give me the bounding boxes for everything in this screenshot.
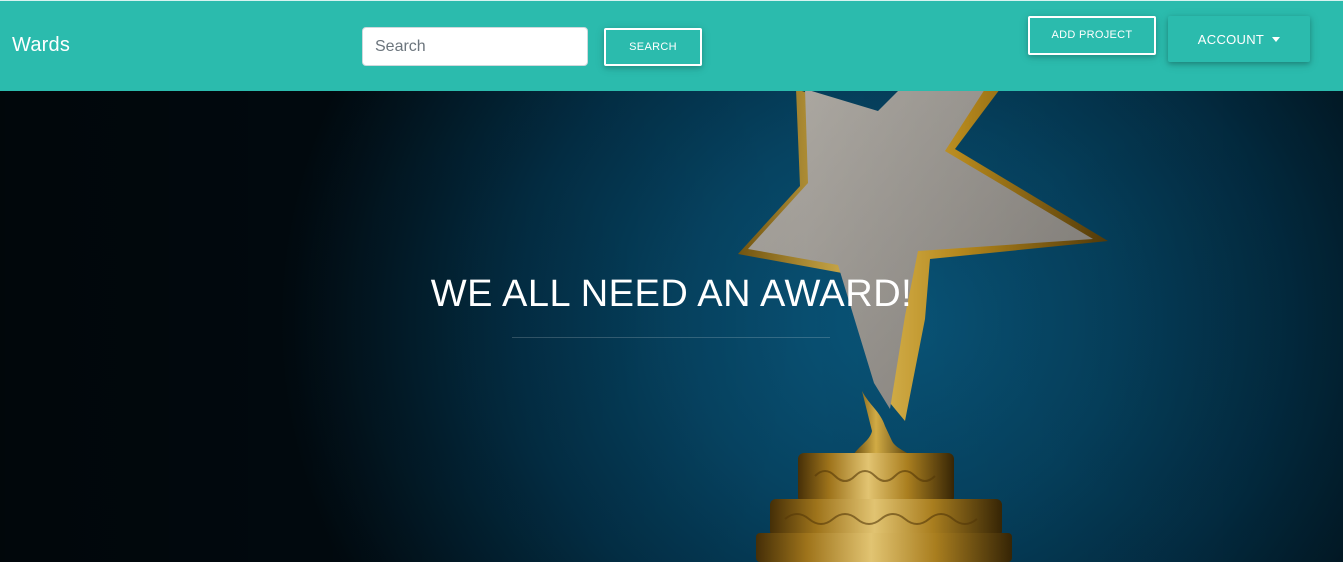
account-button-label: ACCOUNT (1197, 31, 1265, 47)
add-project-button[interactable]: ADD PROJECT (1028, 16, 1156, 55)
hero-dark-overlay (0, 91, 1343, 562)
caret-down-icon (1272, 36, 1281, 42)
search-input[interactable] (362, 27, 588, 66)
hero-divider (512, 337, 830, 338)
navbar: Wards SEARCH ADD PROJECT ACCOUNT (0, 0, 1343, 91)
search-button[interactable]: SEARCH (604, 28, 702, 66)
account-dropdown-button[interactable]: ACCOUNT (1168, 16, 1310, 62)
hero-banner: WE ALL NEED AN AWARD! (0, 91, 1343, 562)
brand-logo[interactable]: Wards (12, 34, 70, 57)
hero-title: WE ALL NEED AN AWARD! (430, 273, 913, 315)
